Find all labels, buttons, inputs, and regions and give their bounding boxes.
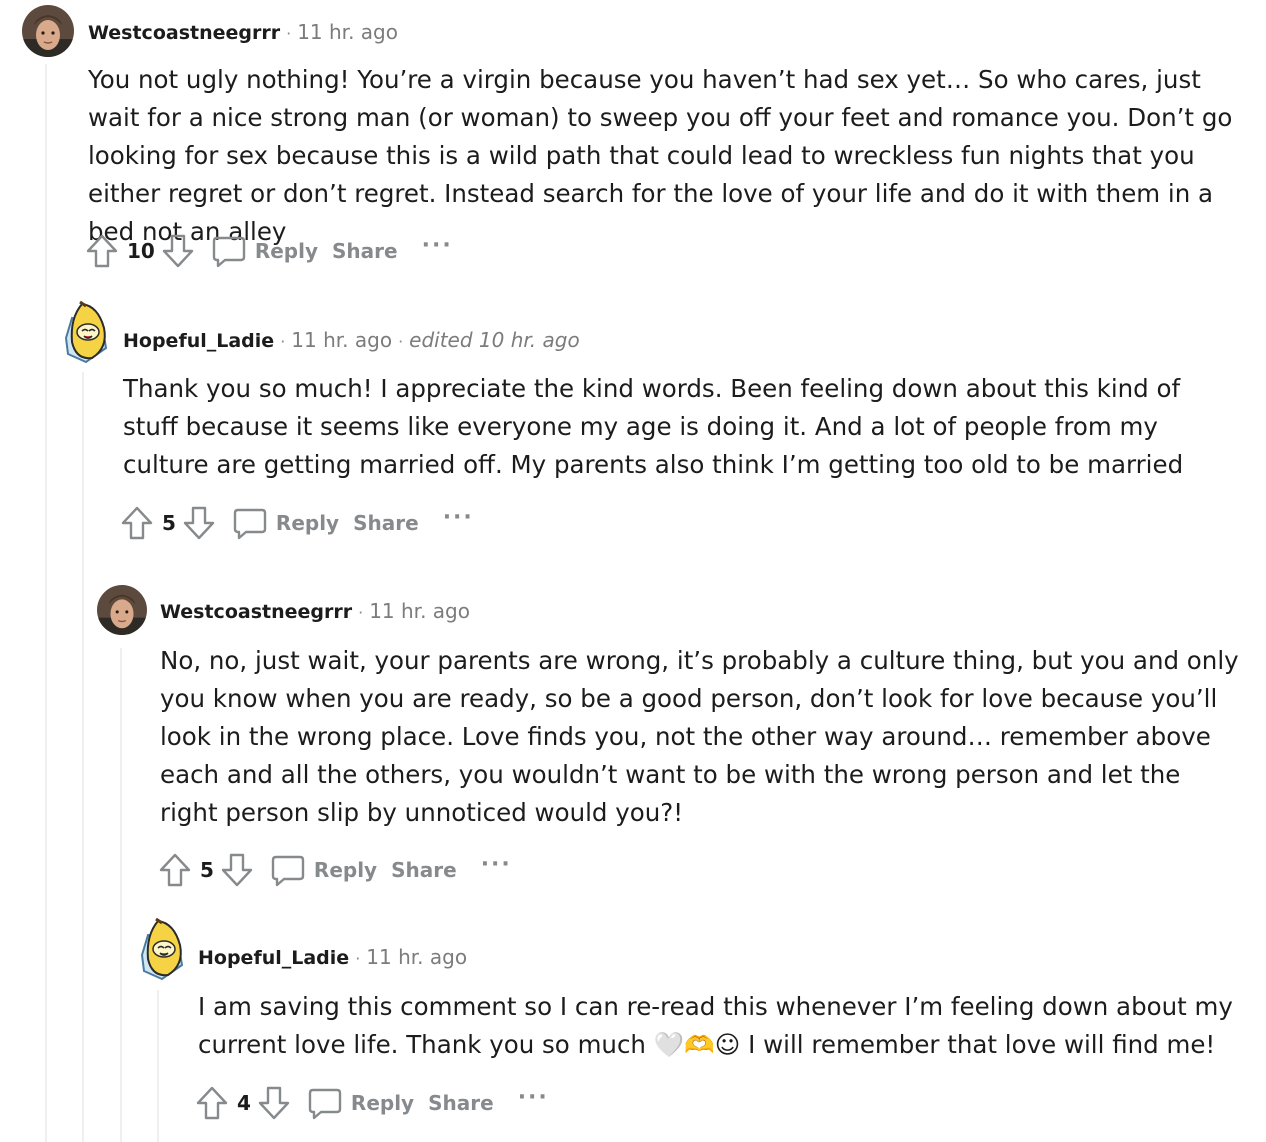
more-options-ellipsis-icon[interactable]: ··· bbox=[481, 854, 512, 880]
comment-meta: Hopeful_Ladie · 11 hr. ago bbox=[198, 945, 467, 971]
share-button[interactable]: Share bbox=[332, 239, 398, 263]
reply-button[interactable]: Reply bbox=[211, 233, 318, 269]
downvote-icon[interactable] bbox=[161, 233, 195, 269]
thread-line-1[interactable] bbox=[45, 64, 47, 1142]
thread-line-3[interactable] bbox=[120, 648, 122, 1142]
separator-dot: · bbox=[280, 332, 286, 351]
comment-body: Thank you so much! I appreciate the kind… bbox=[123, 374, 1184, 479]
share-label: Share bbox=[332, 239, 398, 263]
timestamp[interactable]: 11 hr. ago bbox=[291, 328, 392, 352]
upvote-icon[interactable] bbox=[158, 852, 192, 888]
share-label: Share bbox=[353, 511, 419, 535]
share-button[interactable]: Share bbox=[353, 511, 419, 535]
vote-score: 5 bbox=[200, 858, 214, 882]
speech-bubble-icon bbox=[233, 508, 267, 540]
reply-button[interactable]: Reply bbox=[307, 1085, 414, 1121]
vote-score: 4 bbox=[237, 1091, 251, 1115]
downvote-icon[interactable] bbox=[257, 1085, 291, 1121]
reply-button[interactable]: Reply bbox=[232, 505, 339, 541]
user-avatar[interactable] bbox=[22, 5, 74, 57]
reply-label: Reply bbox=[350, 1091, 415, 1115]
banana-character-avatar bbox=[64, 300, 108, 364]
comment-meta: Westcoastneegrrr · 11 hr. ago bbox=[160, 599, 470, 625]
share-label: Share bbox=[391, 858, 457, 882]
downvote-icon[interactable] bbox=[182, 505, 216, 541]
vote-score: 5 bbox=[162, 511, 176, 535]
edited-label: edited 10 hr. ago bbox=[409, 328, 580, 352]
more-options-ellipsis-icon[interactable]: ··· bbox=[422, 235, 453, 261]
banana-character-avatar bbox=[140, 917, 184, 981]
comment-body: No, no, just wait, your parents are wron… bbox=[160, 646, 1239, 827]
comment-meta: Hopeful_Ladie · 11 hr. ago · edited 10 hr. a… bbox=[123, 328, 580, 354]
username[interactable]: Westcoastneegrrr bbox=[88, 22, 280, 44]
speech-bubble-icon bbox=[212, 236, 246, 268]
separator-dot: · bbox=[286, 24, 292, 43]
more-options-ellipsis-icon[interactable]: ··· bbox=[518, 1087, 549, 1113]
downvote-icon[interactable] bbox=[220, 852, 254, 888]
user-avatar[interactable] bbox=[58, 298, 114, 366]
separator-dot: · bbox=[355, 949, 361, 968]
comment-body: You not ugly nothing! You’re a virgin be… bbox=[88, 65, 1233, 246]
comment-actions: 5 Reply Share ··· bbox=[158, 850, 512, 890]
young-man-photo-avatar bbox=[97, 585, 147, 635]
reply-label: Reply bbox=[313, 858, 378, 882]
upvote-icon[interactable] bbox=[120, 505, 154, 541]
thread-line-2[interactable] bbox=[82, 372, 84, 1142]
username[interactable]: Westcoastneegrrr bbox=[160, 601, 352, 623]
comment-meta: Westcoastneegrrr · 11 hr. ago bbox=[88, 20, 398, 46]
share-label: Share bbox=[428, 1091, 494, 1115]
reply-label: Reply bbox=[254, 239, 319, 263]
reply-label: Reply bbox=[275, 511, 340, 535]
comment-actions: 4 Reply Share ··· bbox=[195, 1083, 549, 1123]
separator-dot: · bbox=[358, 603, 364, 622]
user-avatar[interactable] bbox=[97, 585, 147, 635]
share-button[interactable]: Share bbox=[391, 858, 457, 882]
vote-score: 10 bbox=[127, 239, 155, 263]
comment-body: I am saving this comment so I can re-rea… bbox=[198, 992, 1233, 1059]
speech-bubble-icon bbox=[308, 1088, 342, 1120]
upvote-icon[interactable] bbox=[85, 233, 119, 269]
user-avatar[interactable] bbox=[134, 915, 190, 983]
speech-bubble-icon bbox=[271, 855, 305, 887]
thread-line-4[interactable] bbox=[157, 990, 159, 1142]
username[interactable]: Hopeful_Ladie bbox=[123, 330, 274, 352]
timestamp[interactable]: 11 hr. ago bbox=[366, 945, 467, 969]
comment-actions: 10 Reply Share ··· bbox=[85, 231, 453, 271]
more-options-ellipsis-icon[interactable]: ··· bbox=[443, 507, 474, 533]
reply-button[interactable]: Reply bbox=[270, 852, 377, 888]
username[interactable]: Hopeful_Ladie bbox=[198, 947, 349, 969]
comment-actions: 5 Reply Share ··· bbox=[120, 503, 474, 543]
share-button[interactable]: Share bbox=[428, 1091, 494, 1115]
young-man-photo-avatar bbox=[22, 5, 74, 57]
timestamp[interactable]: 11 hr. ago bbox=[369, 599, 470, 623]
timestamp[interactable]: 11 hr. ago bbox=[297, 20, 398, 44]
separator-dot: · bbox=[398, 332, 404, 351]
upvote-icon[interactable] bbox=[195, 1085, 229, 1121]
